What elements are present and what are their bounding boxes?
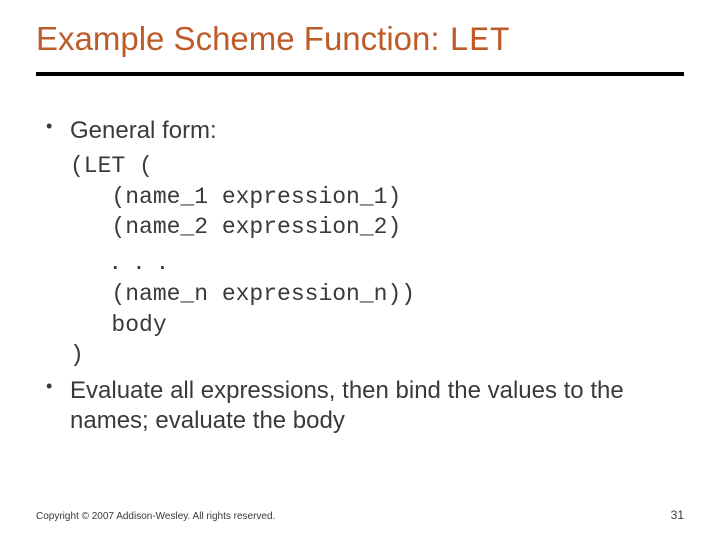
- code-ellipsis: . . .: [111, 244, 170, 275]
- footer: Copyright © 2007 Addison-Wesley. All rig…: [36, 511, 684, 522]
- code-line-2: (name_1 expression_1): [70, 184, 401, 210]
- code-line-4-pre: [70, 250, 111, 276]
- code-line-6: body: [70, 312, 167, 338]
- slide-title: Example Scheme Function: LET: [36, 20, 684, 62]
- code-line-3: (name_2 expression_2): [70, 214, 401, 240]
- bullet-evaluate-text: Evaluate all expressions, then bind the …: [70, 377, 624, 433]
- title-rule: [36, 72, 684, 76]
- code-block: (LET ( (name_1 expression_1) (name_2 exp…: [70, 151, 684, 370]
- copyright-text: Copyright © 2007 Addison-Wesley. All rig…: [36, 511, 275, 522]
- code-line-7: ): [70, 342, 84, 368]
- code-line-5: (name_n expression_n)): [70, 281, 415, 307]
- page-number: 31: [671, 508, 684, 522]
- title-mono: LET: [449, 23, 510, 61]
- title-prefix: Example Scheme Function:: [36, 20, 449, 57]
- code-line-1: (LET (: [70, 153, 153, 179]
- bullet-evaluate: Evaluate all expressions, then bind the …: [44, 376, 684, 435]
- slide: Example Scheme Function: LET General for…: [0, 0, 720, 540]
- bullet-list: General form: (LET ( (name_1 expression_…: [36, 116, 684, 435]
- bullet-general-form-text: General form:: [70, 117, 217, 144]
- bullet-general-form: General form: (LET ( (name_1 expression_…: [44, 116, 684, 370]
